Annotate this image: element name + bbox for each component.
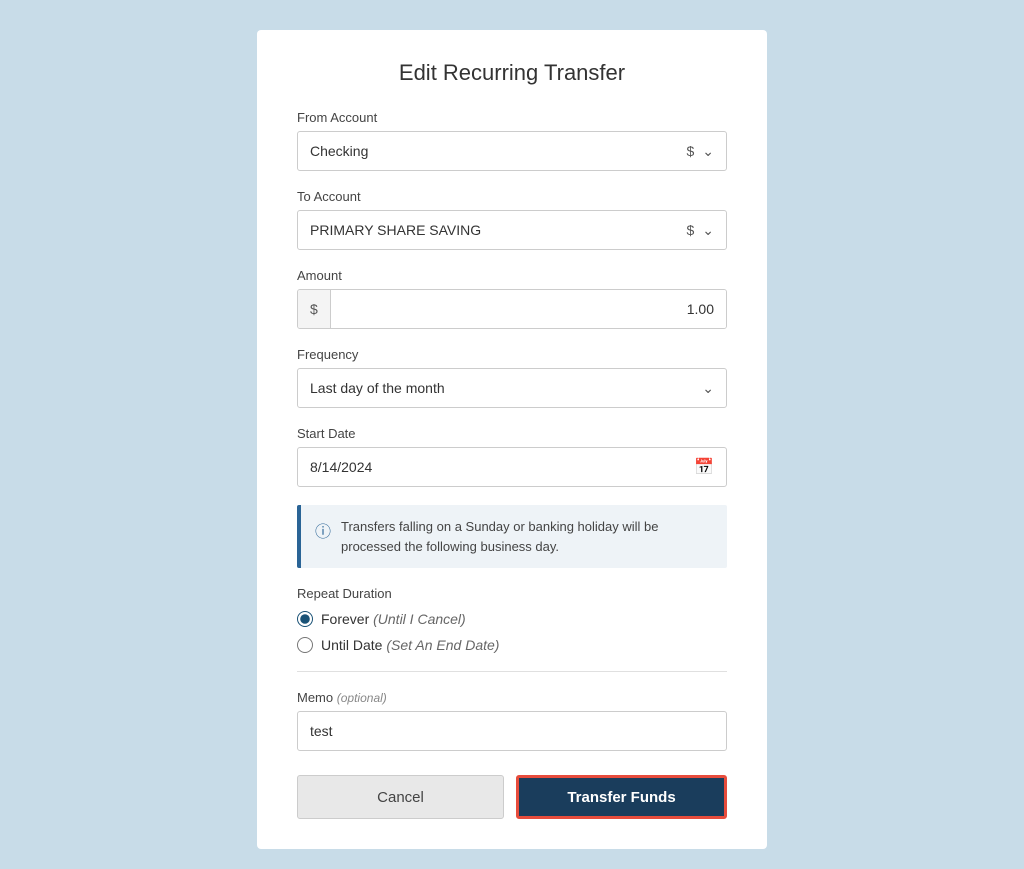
amount-label: Amount — [297, 268, 727, 283]
frequency-chevron-icon: ⌄ — [702, 380, 714, 397]
transfer-funds-button[interactable]: Transfer Funds — [516, 775, 727, 819]
from-account-select[interactable]: Checking $ ⌄ — [297, 131, 727, 171]
frequency-label: Frequency — [297, 347, 727, 362]
frequency-select[interactable]: Last day of the month ⌄ — [297, 368, 727, 408]
to-account-chevron-icon: ⌄ — [702, 222, 714, 239]
to-account-label: To Account — [297, 189, 727, 204]
memo-input[interactable] — [297, 711, 727, 751]
frequency-group: Frequency Last day of the month ⌄ — [297, 347, 727, 408]
amount-input[interactable] — [331, 290, 726, 328]
cancel-button[interactable]: Cancel — [297, 775, 504, 819]
info-icon: ⓘ — [315, 518, 331, 542]
info-box: ⓘ Transfers falling on a Sunday or banki… — [297, 505, 727, 568]
modal-container: Edit Recurring Transfer From Account Che… — [257, 30, 767, 849]
modal-title: Edit Recurring Transfer — [297, 60, 727, 86]
until-date-option[interactable]: Until Date (Set An End Date) — [297, 637, 727, 653]
from-account-currency: $ — [686, 143, 694, 159]
start-date-label: Start Date — [297, 426, 727, 441]
from-account-group: From Account Checking $ ⌄ — [297, 110, 727, 171]
button-row: Cancel Transfer Funds — [297, 775, 727, 819]
amount-prefix: $ — [298, 290, 331, 328]
until-date-label: Until Date (Set An End Date) — [321, 637, 499, 653]
calendar-icon[interactable]: 📅 — [694, 457, 714, 477]
until-date-radio[interactable] — [297, 637, 313, 653]
start-date-group: Start Date 📅 — [297, 426, 727, 487]
to-account-currency: $ — [686, 222, 694, 238]
frequency-value: Last day of the month — [310, 380, 702, 396]
forever-radio[interactable] — [297, 611, 313, 627]
to-account-select[interactable]: PRIMARY SHARE SAVING $ ⌄ — [297, 210, 727, 250]
start-date-input[interactable] — [310, 459, 694, 475]
memo-label: Memo (optional) — [297, 690, 727, 705]
forever-label: Forever (Until I Cancel) — [321, 611, 466, 627]
divider — [297, 671, 727, 672]
from-account-value: Checking — [310, 143, 686, 159]
forever-option[interactable]: Forever (Until I Cancel) — [297, 611, 727, 627]
to-account-group: To Account PRIMARY SHARE SAVING $ ⌄ — [297, 189, 727, 250]
start-date-wrapper: 📅 — [297, 447, 727, 487]
info-message: Transfers falling on a Sunday or banking… — [341, 517, 713, 556]
amount-wrapper: $ — [297, 289, 727, 329]
repeat-duration-label: Repeat Duration — [297, 586, 727, 601]
memo-group: Memo (optional) — [297, 690, 727, 751]
from-account-label: From Account — [297, 110, 727, 125]
amount-group: Amount $ — [297, 268, 727, 329]
from-account-chevron-icon: ⌄ — [702, 143, 714, 160]
to-account-value: PRIMARY SHARE SAVING — [310, 222, 686, 238]
repeat-duration-group: Repeat Duration Forever (Until I Cancel)… — [297, 586, 727, 653]
